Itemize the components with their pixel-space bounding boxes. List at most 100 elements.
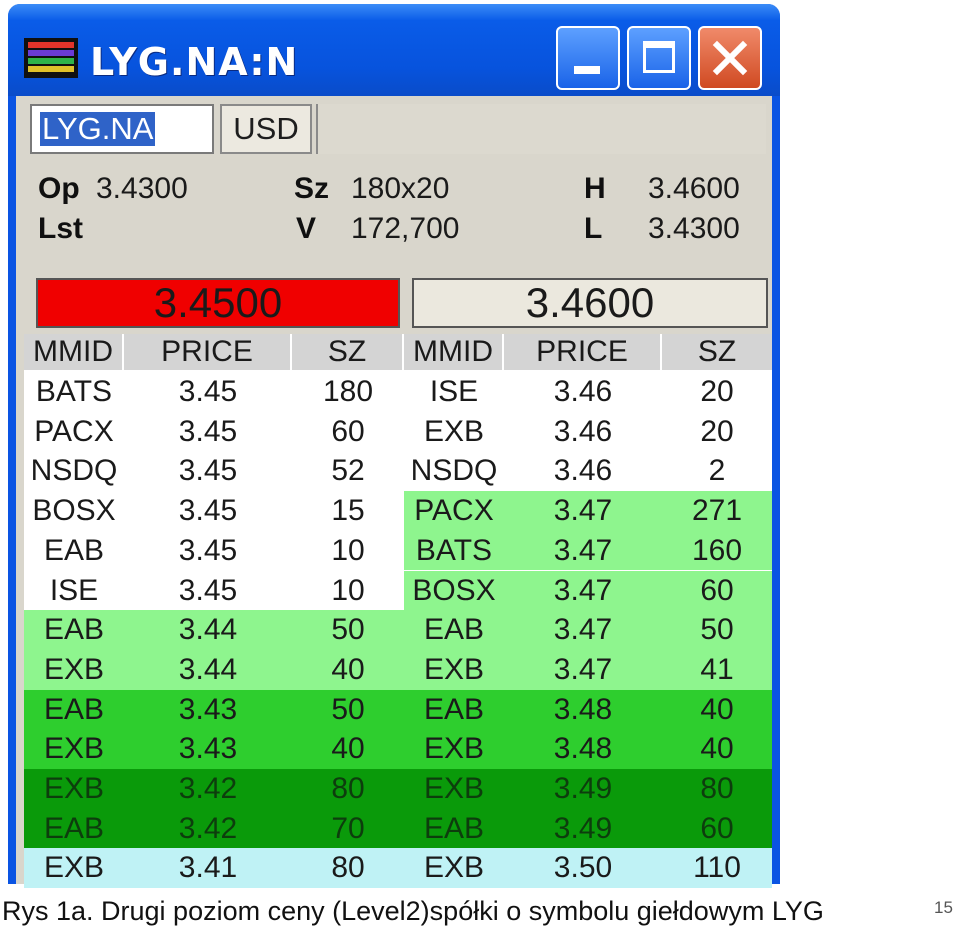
bid-row[interactable]: EAB 3.42 70: [24, 808, 404, 849]
bid-size-cell: 180: [322, 375, 374, 408]
bid-mmid-cell: ISE: [49, 573, 99, 607]
symbol-input[interactable]: LYG.NA: [30, 104, 214, 154]
ask-row[interactable]: EXB 3.50 110: [404, 848, 772, 889]
ask-size-cell: 20: [700, 414, 734, 448]
ask-size-cell: 41: [700, 652, 734, 686]
title-bar[interactable]: LYG.NA:N: [8, 4, 780, 96]
col-header-ask-price[interactable]: PRICE: [504, 334, 662, 370]
ask-price-cell: 3.49: [553, 772, 613, 805]
col-header-bid-mmid[interactable]: MMID: [24, 334, 124, 370]
minimize-icon: [574, 66, 600, 74]
bid-mmid-cell: BOSX: [32, 494, 116, 528]
ask-price-cell: 3.46: [553, 375, 613, 408]
bid-row[interactable]: NSDQ 3.45 52: [24, 451, 404, 492]
ask-row[interactable]: EAB 3.48 40: [404, 689, 772, 730]
minimize-button[interactable]: [556, 26, 620, 90]
figure-caption: Rys 1a. Drugi poziom ceny (Level2)spółki…: [2, 896, 824, 926]
ask-mmid-cell: EXB: [423, 772, 485, 805]
bid-row[interactable]: EAB 3.45 10: [24, 530, 404, 571]
maximize-icon: [643, 41, 675, 73]
level2-window: LYG.NA:N LYG.NA USD Op 3.4300 Lst Sz 180…: [8, 4, 780, 889]
ask-size-cell: 110: [693, 851, 741, 885]
inside-ask: 3.4600: [412, 278, 768, 328]
ask-mmid-cell: BOSX: [412, 573, 496, 607]
bid-mmid-cell: EAB: [43, 692, 105, 726]
currency-button[interactable]: USD: [220, 104, 312, 154]
ask-row[interactable]: EXB 3.49 80: [404, 769, 772, 809]
ask-row[interactable]: EXB 3.47 41: [404, 649, 772, 690]
bid-size-cell: 80: [331, 772, 365, 805]
col-header-ask-mmid[interactable]: MMID: [404, 334, 504, 370]
bid-mmid-cell: EAB: [43, 613, 105, 647]
ask-size-cell: 50: [700, 613, 734, 647]
bid-row[interactable]: EXB 3.43 40: [24, 729, 404, 769]
low-label: L: [584, 212, 603, 245]
bid-size-cell: 15: [331, 494, 365, 528]
bid-size-cell: 52: [331, 454, 365, 488]
ask-mmid-cell: ISE: [429, 375, 479, 408]
ask-row[interactable]: EXB 3.46 20: [404, 411, 772, 452]
ask-size-cell: 2: [708, 454, 726, 488]
inside-bid: 3.4500: [36, 278, 400, 328]
ask-row[interactable]: EAB 3.49 60: [404, 808, 772, 849]
bid-size-cell: 50: [331, 692, 365, 726]
bid-mmid-cell: EXB: [43, 652, 105, 686]
open-value: 3.4300: [96, 172, 188, 205]
bid-row[interactable]: ISE 3.45 10: [24, 570, 404, 611]
bid-row[interactable]: EXB 3.42 80: [24, 769, 404, 809]
ask-mmid-cell: EXB: [423, 652, 485, 686]
bid-size-cell: 50: [331, 613, 365, 647]
toolbar-spacer: [316, 104, 766, 154]
col-header-ask-size[interactable]: SZ: [662, 334, 772, 370]
bid-mmid-cell: EXB: [43, 851, 105, 885]
col-header-bid-price[interactable]: PRICE: [124, 334, 292, 370]
window-title: LYG.NA:N: [90, 40, 299, 84]
bid-mmid-cell: NSDQ: [30, 454, 118, 488]
close-button[interactable]: [698, 26, 762, 90]
bid-row[interactable]: EAB 3.44 50: [24, 610, 404, 650]
bid-row[interactable]: PACX 3.45 60: [24, 411, 404, 452]
open-label: Op: [38, 172, 80, 205]
bid-row[interactable]: EXB 3.44 40: [24, 649, 404, 690]
ask-price-cell: 3.48: [553, 692, 613, 726]
high-value: 3.4600: [648, 172, 740, 205]
symbol-input-value: LYG.NA: [40, 111, 156, 146]
ask-row[interactable]: BATS 3.47 160: [404, 530, 772, 571]
bid-mmid-cell: EAB: [43, 533, 105, 567]
bid-mmid-cell: PACX: [34, 414, 114, 448]
ask-row[interactable]: EAB 3.47 50: [404, 610, 772, 650]
bid-price-cell: 3.44: [178, 613, 238, 647]
volume-label: V: [296, 212, 317, 245]
ask-price-cell: 3.47: [553, 613, 613, 647]
ask-size-cell: 60: [700, 811, 734, 845]
ask-mmid-cell: EXB: [423, 851, 485, 885]
bid-price-cell: 3.43: [178, 692, 238, 726]
size-value: 180x20: [351, 172, 450, 205]
col-header-bid-size[interactable]: SZ: [292, 334, 404, 370]
ask-mmid-cell: BATS: [415, 533, 493, 567]
bid-row[interactable]: BOSX 3.45 15: [24, 491, 404, 531]
last-label: Lst: [38, 212, 83, 245]
bid-price-cell: 3.45: [178, 454, 238, 488]
ask-mmid-cell: PACX: [414, 494, 494, 528]
bid-size-cell: 80: [331, 851, 365, 885]
ask-size-cell: 40: [700, 732, 734, 766]
bid-row[interactable]: BATS 3.45 180: [24, 372, 404, 412]
close-icon: [712, 40, 748, 76]
high-label: H: [584, 172, 606, 205]
order-book: MMID PRICE SZ MMID PRICE SZ BATS 3.45 180 P…: [24, 334, 772, 889]
ask-row[interactable]: NSDQ 3.46 2: [404, 451, 772, 492]
bid-price-cell: 3.42: [178, 772, 238, 805]
ask-price-cell: 3.47: [553, 494, 613, 528]
ask-row[interactable]: ISE 3.46 20: [404, 372, 772, 412]
ask-row[interactable]: PACX 3.47 271: [404, 491, 772, 531]
bid-row[interactable]: EAB 3.43 50: [24, 689, 404, 730]
bid-row[interactable]: EXB 3.41 80: [24, 848, 404, 889]
bid-mmid-cell: EXB: [43, 732, 105, 766]
page-number: 15: [934, 898, 953, 917]
ask-row[interactable]: EXB 3.48 40: [404, 729, 772, 769]
bid-mmid-cell: EAB: [43, 811, 105, 845]
maximize-button[interactable]: [627, 26, 691, 90]
ask-row[interactable]: BOSX 3.47 60: [404, 570, 772, 611]
ask-mmid-cell: NSDQ: [410, 454, 498, 488]
